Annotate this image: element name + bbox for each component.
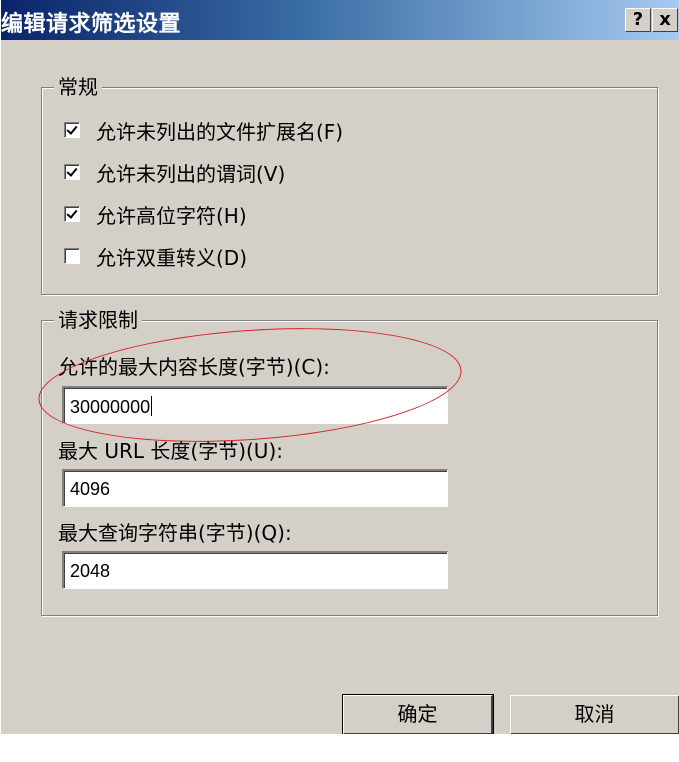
max-query-string-input[interactable]: 2048 [62, 551, 448, 589]
cancel-button[interactable]: 取消 [510, 695, 679, 734]
max-url-length-label: 最大 URL 长度(字节)(U): [58, 439, 283, 463]
option-allow-high-bit-chars[interactable]: 允许高位字符(H) [64, 200, 247, 228]
general-group: 常规 允许未列出的文件扩展名(F) 允许未列出的谓词(V) 允许高位字符(H) … [41, 74, 658, 295]
option-allow-unlisted-extensions[interactable]: 允许未列出的文件扩展名(F) [64, 116, 343, 144]
checkbox-label: 允许高位字符(H) [96, 203, 247, 228]
checkbox-label: 允许未列出的谓词(V) [96, 161, 286, 186]
request-limits-legend: 请求限制 [54, 307, 142, 333]
checkbox-allow-unlisted-extensions[interactable] [64, 122, 80, 138]
option-allow-double-escaping[interactable]: 允许双重转义(D) [64, 242, 247, 270]
ok-button[interactable]: 确定 [342, 694, 494, 734]
title-bar: 编辑请求筛选设置 ? x [1, 0, 679, 40]
help-button[interactable]: ? [625, 8, 651, 32]
close-button[interactable]: x [652, 8, 678, 32]
checkbox-allow-high-bit-chars[interactable] [64, 206, 80, 222]
max-url-length-input[interactable]: 4096 [62, 469, 448, 507]
max-query-string-value: 2048 [70, 561, 111, 581]
option-allow-unlisted-verbs[interactable]: 允许未列出的谓词(V) [64, 158, 285, 186]
window-title: 编辑请求筛选设置 [1, 12, 182, 37]
max-query-string-label: 最大查询字符串(字节)(Q): [58, 521, 292, 545]
checkbox-allow-unlisted-verbs[interactable] [64, 164, 80, 180]
checkbox-label: 允许未列出的文件扩展名(F) [96, 119, 344, 144]
text-caret [151, 396, 153, 416]
max-content-length-label: 允许的最大内容长度(字节)(C): [58, 355, 330, 379]
request-limits-group: 请求限制 允许的最大内容长度(字节)(C): 30000000 最大 URL 长… [41, 307, 658, 616]
max-url-length-value: 4096 [70, 479, 111, 499]
checkbox-allow-double-escaping[interactable] [64, 248, 80, 264]
max-content-length-value: 30000000 [70, 397, 151, 417]
edit-request-filtering-dialog: 编辑请求筛选设置 ? x 常规 允许未列出的文件扩展名(F) 允许未列出的谓词(… [0, 0, 679, 734]
max-content-length-input[interactable]: 30000000 [62, 386, 448, 424]
general-legend: 常规 [54, 74, 102, 100]
checkbox-label: 允许双重转义(D) [96, 245, 248, 270]
